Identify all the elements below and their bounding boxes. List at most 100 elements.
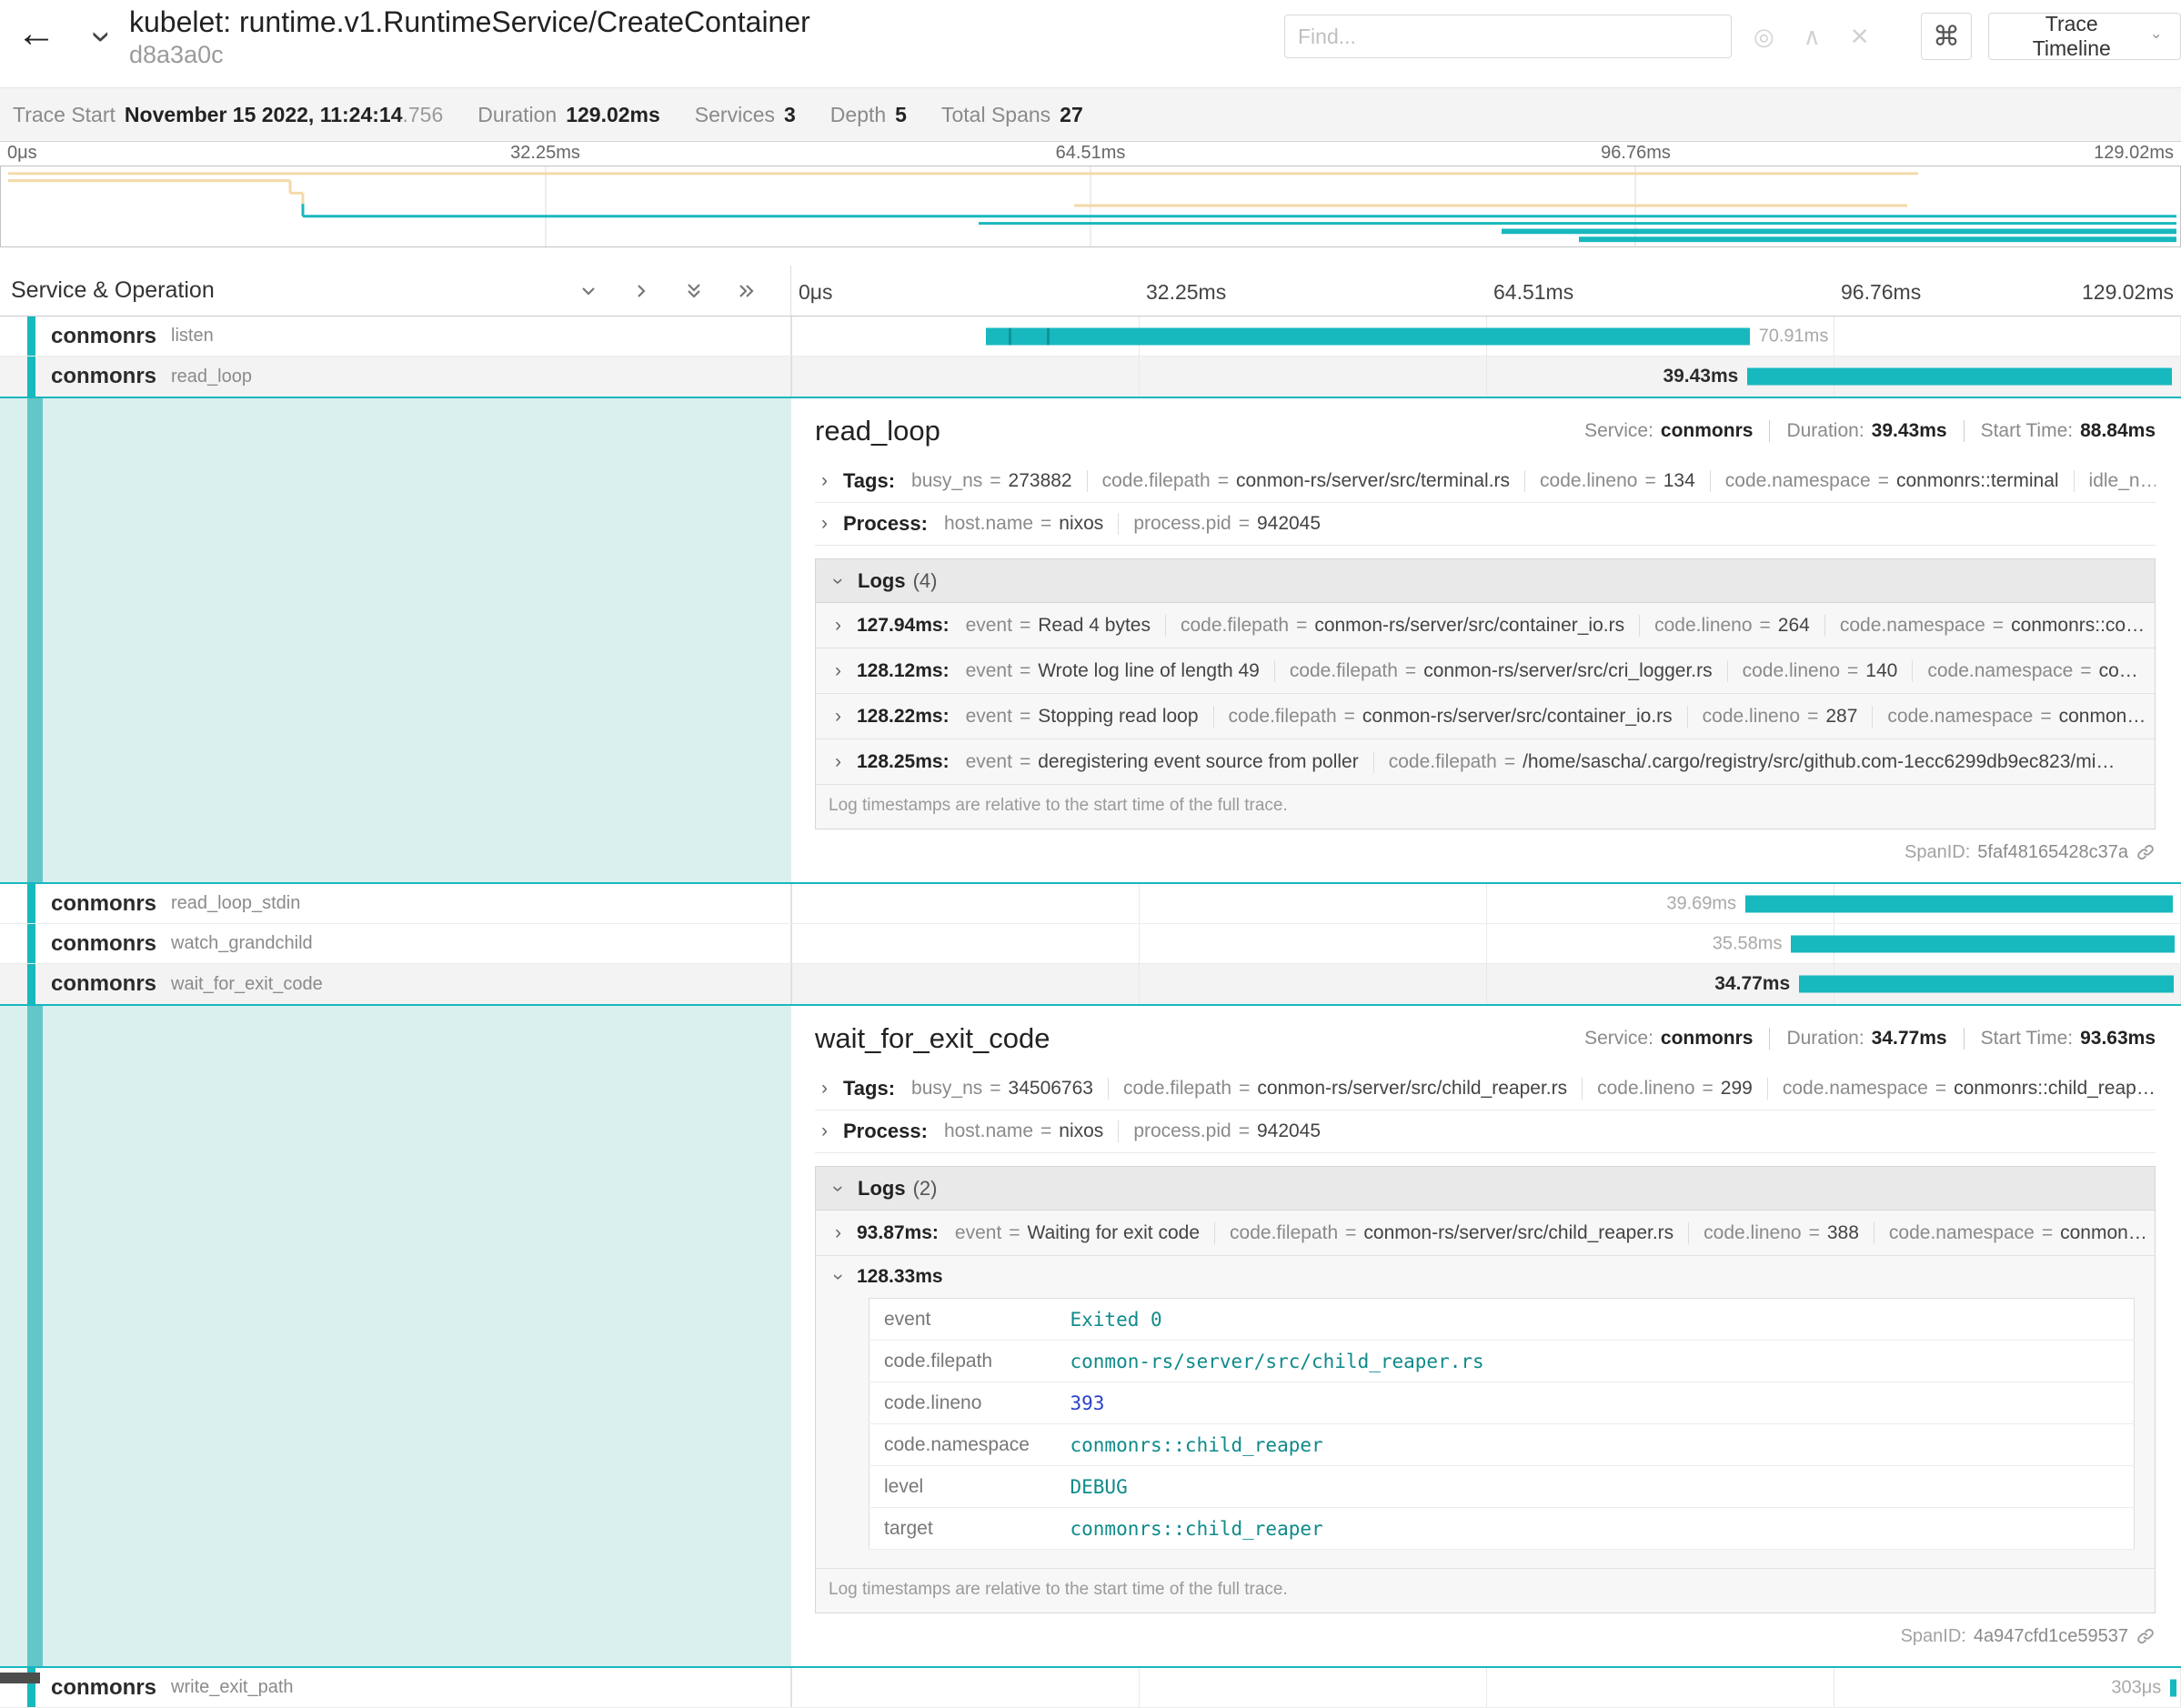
span-row[interactable]: conmonrswrite_exit_path 303μs [0, 1668, 2181, 1708]
kv-value: conmonrs::co… [2011, 615, 2145, 636]
trace-header: ← › kubelet: runtime.v1.RuntimeService/C… [0, 0, 2181, 87]
span-name-column[interactable]: conmonrswatch_grandchild [0, 924, 791, 963]
span-color-accent [27, 964, 35, 1004]
find-input[interactable] [1284, 15, 1732, 58]
logs-header[interactable]: ›Logs(2) [816, 1167, 2155, 1211]
log-entry-header[interactable]: ›128.33ms [829, 1256, 2142, 1298]
timeline-tick: 0μs [799, 280, 833, 305]
log-entry[interactable]: ›128.12ms:event=Wrote log line of length… [816, 648, 2155, 694]
kv-value: conmon-rs/server/src/child_reaper.rs [1363, 1222, 1673, 1243]
span-duration-bar[interactable] [1745, 895, 2173, 912]
trace-collapse-chevron-icon[interactable]: › [82, 19, 123, 55]
detail-duration: Duration:34.77ms [1769, 1028, 1946, 1050]
kv-key: code.filepath [1230, 1222, 1338, 1243]
link-icon[interactable] [2136, 842, 2156, 862]
span-bar-area[interactable]: 35.58ms [791, 924, 2181, 963]
span-duration-label: 303μs [2111, 1677, 2170, 1698]
detail-start-time-label: Start Time: [1981, 420, 2074, 441]
expand-chevron-icon[interactable]: › [815, 470, 834, 492]
equals-sign: = [1935, 1078, 1946, 1099]
clear-search-icon[interactable]: ✕ [1850, 23, 1870, 51]
span-bar-area[interactable]: 39.43ms [791, 357, 2181, 397]
span-row[interactable]: conmonrslisten70.91ms [0, 316, 2181, 357]
logs-footnote: Log timestamps are relative to the start… [816, 1569, 2155, 1613]
double-chevron-down-icon[interactable] [683, 280, 705, 302]
log-field-key: code.namespace [869, 1424, 1056, 1466]
span-row[interactable]: conmonrswatch_grandchild35.58ms [0, 924, 2181, 964]
log-field-value: conmonrs::child_reaper [1056, 1508, 2135, 1550]
expand-chevron-icon[interactable]: › [829, 1222, 848, 1244]
kv-pair: code.namespace=conmonrs::co… [1824, 615, 2145, 637]
view-selector-button[interactable]: Trace Timeline › [1988, 13, 2181, 60]
span-name-column[interactable]: conmonrswait_for_exit_code [0, 964, 791, 1004]
detail-service-label: Service: [1584, 1028, 1653, 1049]
tags-row[interactable]: ›Tags:busy_ns=273882code.filepath=conmon… [815, 460, 2156, 503]
equals-sign: = [2040, 706, 2051, 727]
expand-chevron-icon[interactable]: › [815, 1120, 834, 1142]
log-entry[interactable]: ›127.94ms:event=Read 4 bytescode.filepat… [816, 603, 2155, 648]
detail-start-time: Start Time:88.84ms [1964, 420, 2156, 442]
span-bar-area[interactable]: 70.91ms [791, 316, 2181, 356]
kv-key: code.namespace [1783, 1078, 1928, 1099]
equals-sign: = [1760, 615, 1771, 636]
span-id-row: SpanID:4a947cfd1ce59537 [815, 1613, 2156, 1659]
kv-pair: code.namespace=conmon… [1874, 1222, 2147, 1244]
span-bar-area[interactable]: 39.69ms [791, 884, 2181, 923]
double-chevron-right-icon[interactable] [736, 280, 758, 302]
kv-value: Read 4 bytes [1038, 615, 1151, 636]
equals-sign: = [1020, 751, 1030, 772]
process-row[interactable]: ›Process:host.name=nixosprocess.pid=9420… [815, 503, 2156, 546]
summary-trace-start: Trace Start November 15 2022, 11:24:14 .… [13, 103, 443, 127]
keyboard-shortcuts-button[interactable]: ⌘ [1921, 13, 1972, 60]
kv-value: 134 [1663, 470, 1695, 491]
prev-match-icon[interactable]: ∧ [1804, 23, 1821, 51]
span-duration-bar[interactable] [1791, 935, 2174, 952]
kv-key: process.pid [1133, 513, 1231, 534]
chevron-right-icon[interactable] [630, 280, 652, 302]
log-field-row: levelDEBUG [869, 1466, 2135, 1508]
jaeger-trace-page: ← › kubelet: runtime.v1.RuntimeService/C… [0, 0, 2181, 1683]
collapse-chevron-icon[interactable]: › [827, 571, 850, 591]
tags-row[interactable]: ›Tags:busy_ns=34506763code.filepath=conm… [815, 1068, 2156, 1110]
span-row[interactable]: conmonrsread_loop_stdin39.69ms [0, 884, 2181, 924]
expand-chevron-icon[interactable]: › [829, 751, 848, 773]
back-button[interactable]: ← [16, 11, 56, 56]
span-detail-body: read_loopService:conmonrsDuration:39.43m… [791, 398, 2181, 882]
span-row[interactable]: conmonrswait_for_exit_code 34.77ms [0, 964, 2181, 1006]
expand-chevron-icon[interactable]: › [815, 1078, 834, 1100]
span-color-accent [27, 316, 35, 356]
log-entry[interactable]: ›128.25ms:event=deregistering event sour… [816, 739, 2155, 785]
span-duration-label: 34.77ms [1714, 973, 1799, 995]
expand-chevron-icon[interactable]: › [829, 660, 848, 682]
kv-value: 299 [1721, 1078, 1753, 1099]
span-duration-bar[interactable] [1747, 368, 2172, 386]
collapse-chevron-icon[interactable]: › [828, 1268, 849, 1287]
span-duration-bar[interactable] [1799, 976, 2174, 993]
link-icon[interactable] [2136, 1626, 2156, 1646]
detail-start-time-value: 93.63ms [2080, 1028, 2156, 1049]
span-name-column[interactable]: conmonrswrite_exit_path [0, 1668, 791, 1707]
kv-value: Waiting for exit code [1028, 1222, 1200, 1243]
expand-chevron-icon[interactable]: › [829, 706, 848, 728]
span-bar-area[interactable]: 303μs [791, 1668, 2181, 1707]
span-duration-bar[interactable] [986, 327, 1750, 345]
span-duration-bar[interactable] [2170, 1679, 2176, 1696]
process-row[interactable]: ›Process:host.name=nixosprocess.pid=9420… [815, 1110, 2156, 1153]
span-name-column[interactable]: conmonrsread_loop_stdin [0, 884, 791, 923]
span-row[interactable]: conmonrsread_loop39.43ms [0, 357, 2181, 398]
kv-key: host.name [944, 1120, 1033, 1141]
summary-services: Services 3 [695, 103, 796, 127]
span-bar-area[interactable]: 34.77ms [791, 964, 2181, 1004]
log-entry[interactable]: ›93.87ms:event=Waiting for exit codecode… [816, 1211, 2155, 1256]
expand-chevron-icon[interactable]: › [829, 615, 848, 637]
log-entry[interactable]: ›128.22ms:event=Stopping read loopcode.f… [816, 694, 2155, 739]
trace-minimap[interactable] [0, 166, 2181, 247]
span-name-column[interactable]: conmonrslisten [0, 316, 791, 356]
chevron-down-icon[interactable] [578, 280, 599, 302]
expand-chevron-icon[interactable]: › [815, 513, 834, 535]
span-name-column[interactable]: conmonrsread_loop [0, 357, 791, 397]
collapse-chevron-icon[interactable]: › [827, 1179, 850, 1199]
kv-value: conmon-rs/server/src/terminal.rs [1236, 470, 1510, 491]
locate-match-icon[interactable]: ◎ [1754, 23, 1774, 51]
logs-header[interactable]: ›Logs(4) [816, 559, 2155, 603]
